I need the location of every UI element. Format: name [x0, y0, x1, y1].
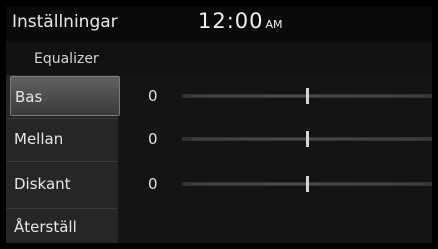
page-title: Inställningar — [12, 12, 118, 32]
eq-treble-slider-thumb[interactable] — [306, 176, 309, 192]
eq-mid-slider-thumb[interactable] — [306, 131, 309, 147]
eq-treble-value: 0 — [148, 175, 158, 193]
reset-button[interactable]: Återställ — [6, 210, 118, 243]
eq-mid-label: Mellan — [14, 130, 64, 148]
clock-time: 12:00 — [198, 9, 264, 33]
eq-treble-label: Diskant — [14, 175, 71, 193]
clock: 12:00 AM — [198, 9, 283, 33]
eq-mid-slider[interactable] — [182, 131, 432, 147]
clock-ampm: AM — [265, 18, 283, 31]
eq-treble-slider[interactable] — [182, 176, 432, 192]
reset-label: Återställ — [14, 218, 77, 236]
eq-mid-value: 0 — [148, 130, 158, 148]
eq-bass-button[interactable]: Bas — [10, 76, 120, 116]
divider — [6, 208, 118, 209]
eq-bass-value: 0 — [148, 87, 158, 105]
screen: Inställningar 12:00 AM Equalizer Bas 0 Me… — [6, 6, 432, 243]
divider — [6, 161, 118, 162]
equalizer-subtitle: Equalizer — [34, 51, 99, 67]
eq-mid-button[interactable]: Mellan — [10, 119, 120, 159]
header-bar: Inställningar 12:00 AM — [6, 6, 432, 42]
eq-bass-slider-thumb[interactable] — [306, 88, 309, 104]
eq-bass-slider[interactable] — [182, 88, 432, 104]
eq-treble-button[interactable]: Diskant — [10, 164, 120, 204]
eq-bass-label: Bas — [15, 88, 43, 106]
